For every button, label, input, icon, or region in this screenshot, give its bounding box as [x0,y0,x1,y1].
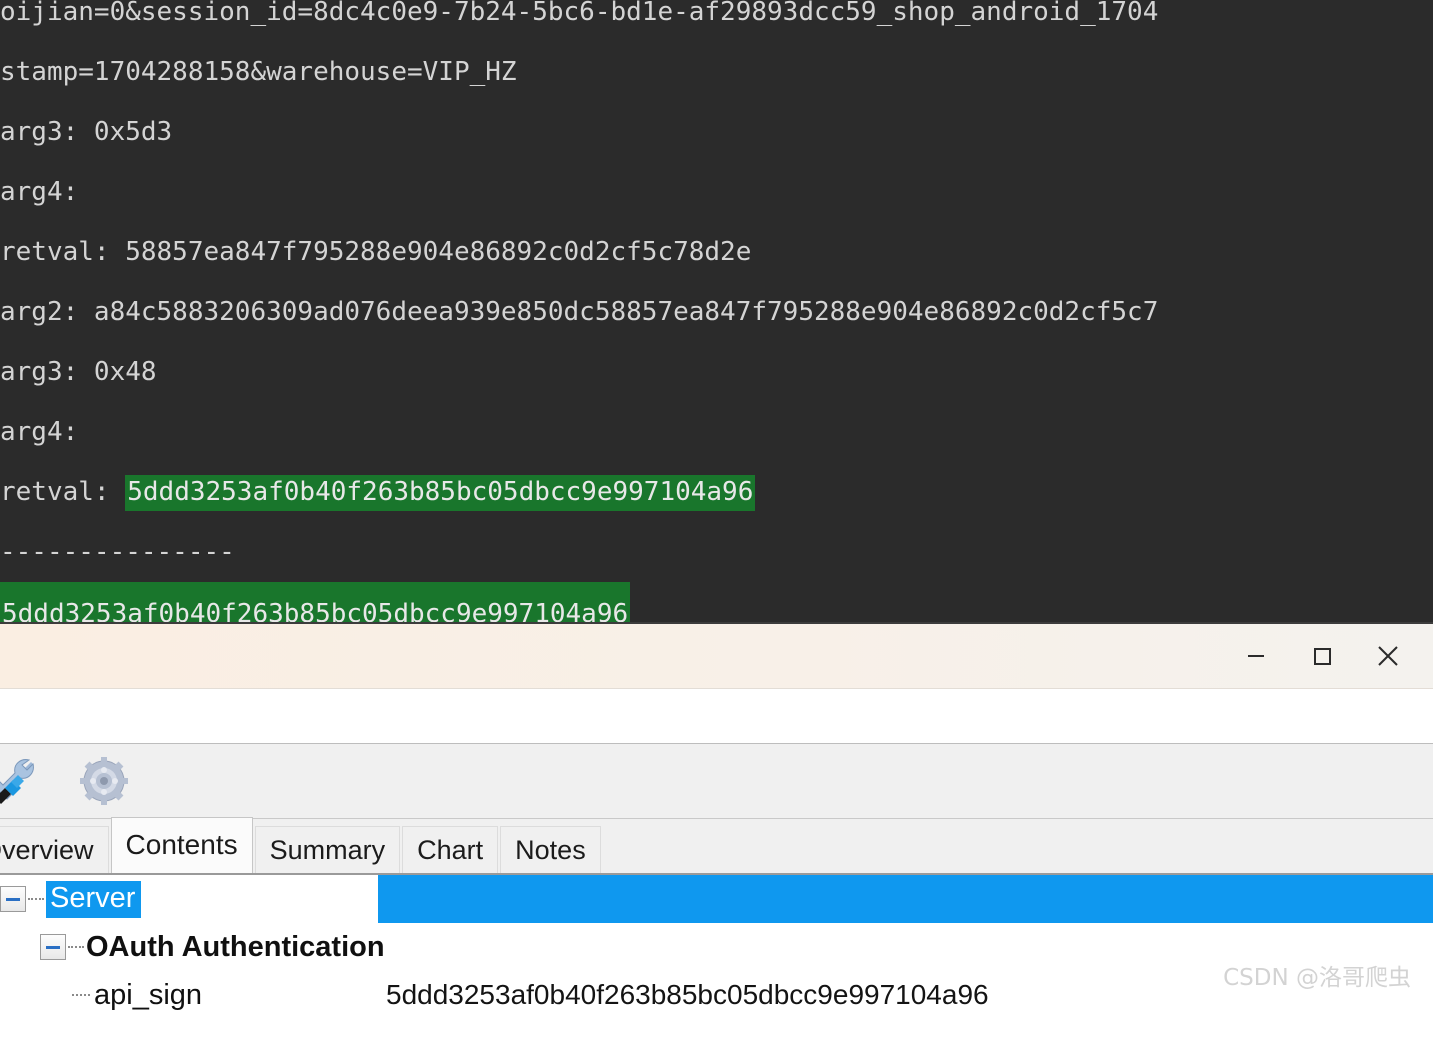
terminal-highlighted-value: 5ddd3253af0b40f263b85bc05dbcc9e997104a96 [0,582,631,622]
tab-notes[interactable]: Notes [500,826,601,873]
terminal-line-highlighted: retval: 5ddd3253af0b40f263b85bc05dbcc9e9… [0,462,1433,522]
terminal-line: retval: 58857ea847f795288e904e86892c0d2c… [0,237,752,267]
terminal-line: arg3: 0x5d3 [0,117,173,147]
tree-row[interactable]: api_sign 5ddd3253af0b40f263b85bc05dbcc9e… [0,971,1433,1019]
menu-strip[interactable] [0,689,1433,744]
tab-bar: Overview Contents Summary Chart Notes [0,817,1433,875]
tree-connector-line [28,898,44,900]
tools-wrench-icon [0,759,34,804]
terminal-line: arg4: [0,177,79,207]
terminal-line-list: oijian=0&session_id=8dc4c0e9-7b24-5bc6-b… [0,0,1433,622]
terminal-line: arg2: a84c5883206309ad076deea939e850dc58… [0,297,1159,327]
collapse-expander-icon[interactable] [0,886,26,912]
csdn-watermark: CSDN @洛哥爬虫 [1223,965,1411,991]
tools-button[interactable] [0,751,48,811]
tab-overview[interactable]: Overview [0,826,109,873]
terminal-line-highlighted: 5ddd3253af0b40f263b85bc05dbcc9e997104a96 [0,582,1433,622]
application-window: Overview Contents Summary Chart Notes Se… [0,622,1433,1057]
tree-node-label-oauth-authentication[interactable]: OAuth Authentication [86,931,385,964]
terminal-line-prefix: retval: [0,477,126,507]
settings-button[interactable] [74,751,134,811]
maximize-icon [1314,648,1331,665]
terminal-output-pane[interactable]: oijian=0&session_id=8dc4c0e9-7b24-5bc6-b… [0,0,1433,622]
tree-node-name-cell: Server [0,875,378,923]
tree-node-label-server[interactable]: Server [46,880,142,918]
terminal-line: arg4: [0,417,79,447]
terminal-line: oijian=0&session_id=8dc4c0e9-7b24-5bc6-b… [0,0,1159,27]
tree-node-name-cell: api_sign [0,971,378,1019]
toolbar [0,744,1433,819]
tree-value-cell [378,875,1433,923]
terminal-line: stamp=1704288158&warehouse=VIP_HZ [0,57,517,87]
terminal-separator-line: --------------- [0,537,235,567]
tab-chart[interactable]: Chart [402,826,499,873]
contents-tree-panel[interactable]: Server OAuth Authentication api_sign 5dd… [0,875,1433,1057]
tree-node-label-api-sign[interactable]: api_sign [94,979,202,1012]
minus-glyph [46,945,60,949]
tab-summary[interactable]: Summary [254,826,401,873]
collapse-expander-icon[interactable] [40,934,66,960]
close-icon [1378,646,1398,666]
minimize-button[interactable] [1223,624,1289,688]
terminal-line: arg3: 0x48 [0,357,157,387]
terminal-highlighted-value: 5ddd3253af0b40f263b85bc05dbcc9e997104a96 [125,475,756,511]
close-button[interactable] [1355,624,1421,688]
tree-row[interactable]: Server [0,875,1433,923]
minimize-icon [1248,655,1264,657]
tree-node-name-cell: OAuth Authentication [0,923,385,971]
minus-glyph [6,897,20,901]
tab-contents[interactable]: Contents [110,817,253,873]
window-titlebar [0,624,1433,689]
tree-connector-line [68,946,84,948]
tree-row[interactable]: OAuth Authentication [0,923,1433,971]
maximize-button[interactable] [1289,624,1355,688]
gear-icon [80,757,128,805]
